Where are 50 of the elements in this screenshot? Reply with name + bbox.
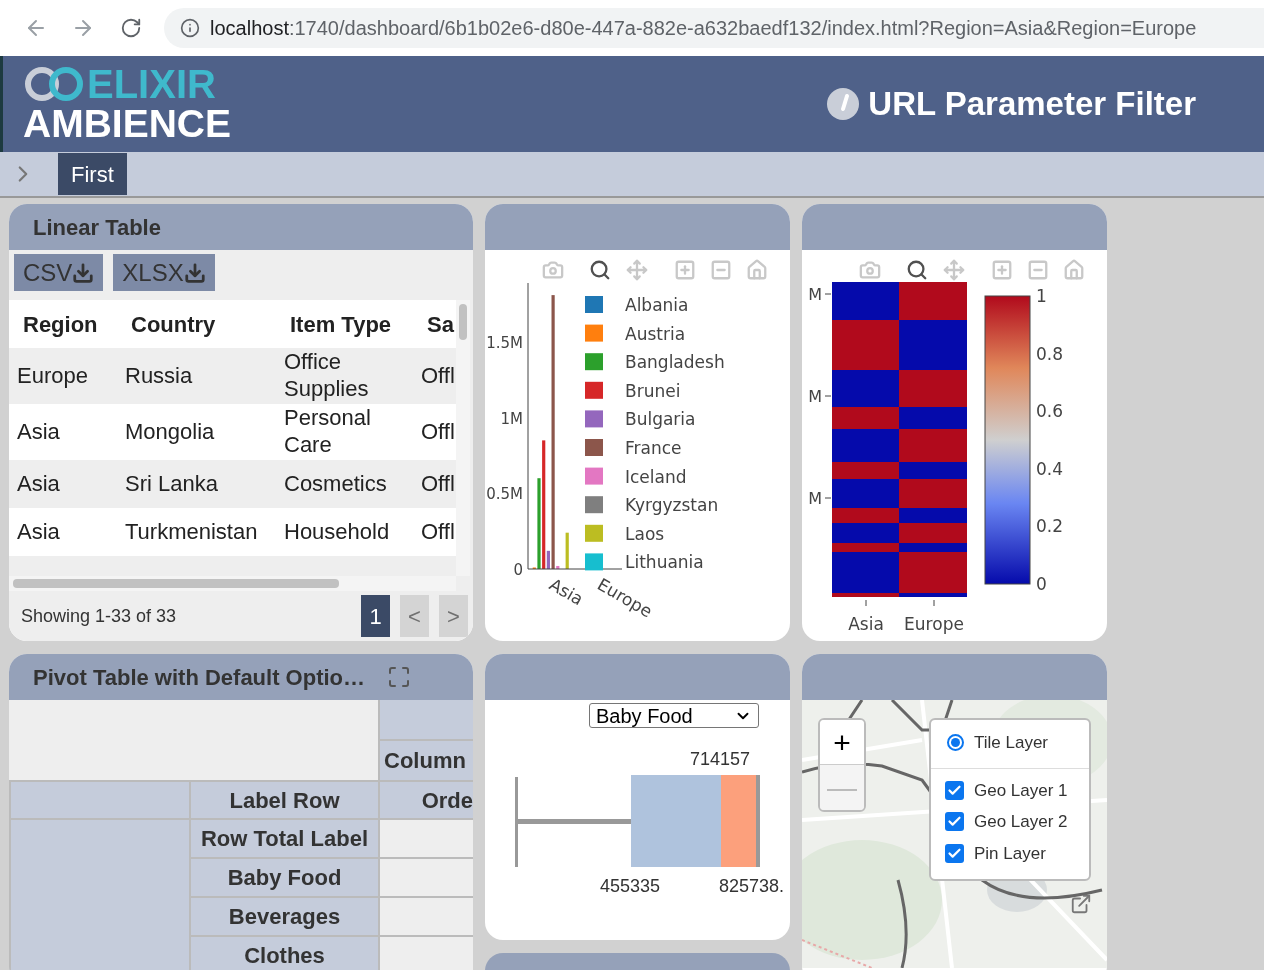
box-plot-label: 825738. [719,876,785,896]
row-label: Row Total Label [200,825,368,853]
table-cell: Sri Lanka [125,470,218,496]
row-label: Clothes [244,942,325,970]
y-tick-label: M [808,387,822,406]
y-tick-label: 1M [500,409,523,428]
table-cell: Cosmetics [284,470,387,496]
colorbar-tick-label: 0.2 [1036,516,1064,537]
x-tick-label: Europe [904,614,964,634]
table-cell: Russia [125,362,193,388]
table-cell: Offl [421,362,455,388]
table-cell: Asia [17,518,60,544]
y-tick-label: 1.5M [486,334,523,352]
table-cell: Offl [421,518,455,544]
column-header: Column [384,747,466,775]
y-tick-label: 0.5M [486,485,523,504]
colorbar-tick-label: 1 [1036,286,1047,306]
colorbar-tick-label: 0.6 [1036,401,1064,422]
table-cell: Office Supplies [284,349,369,401]
logo-text: AMBIENCE [23,104,231,144]
box-plot-label: 455335 [599,876,661,896]
row-label: Baby Food [227,864,342,892]
colorbar-tick-label: 0.4 [1036,458,1064,479]
table-cell: Offl [421,470,455,496]
logo-text: ELIXIR [87,64,216,104]
table-cell: Asia [17,418,60,444]
x-tick-label: Asia [848,614,884,634]
url-path: :1740/dashboard/6b1b02e6-d80e-447a-882e-a632baedf132/index.html?Region=Asia&Region=Europe [288,16,1197,41]
box-plot-label: 714157 [689,749,751,769]
table-cell: Europe [17,362,88,388]
table-cell: Offl [421,418,455,444]
table-cell: Turkmenistan [125,518,258,544]
value-header: Orde [421,786,473,815]
url-host: localhost [210,16,289,41]
x-tick-label: Asia [546,574,587,610]
colorbar-tick-label: 0 [1036,574,1047,594]
colorbar-tick-label: 0.8 [1036,343,1064,364]
table-cell: Household [284,518,390,544]
table-cell: Mongolia [125,418,215,444]
y-tick-label: 0 [513,561,523,579]
row-label: Beverages [228,903,341,931]
dashboard-title: URL Parameter Filter [868,84,1196,125]
y-tick-label: M [808,285,822,304]
y-tick-label: M [808,489,822,508]
panel-title: Pivot Table with Default Optio… [33,663,366,692]
row-header: Label Row [229,786,340,815]
table-cell: Asia [17,470,60,496]
pagination-info: Showing 1-33 of 33 [21,604,177,628]
panel-title: Linear Table [33,213,161,242]
table-cell: Personal Care [284,405,371,457]
